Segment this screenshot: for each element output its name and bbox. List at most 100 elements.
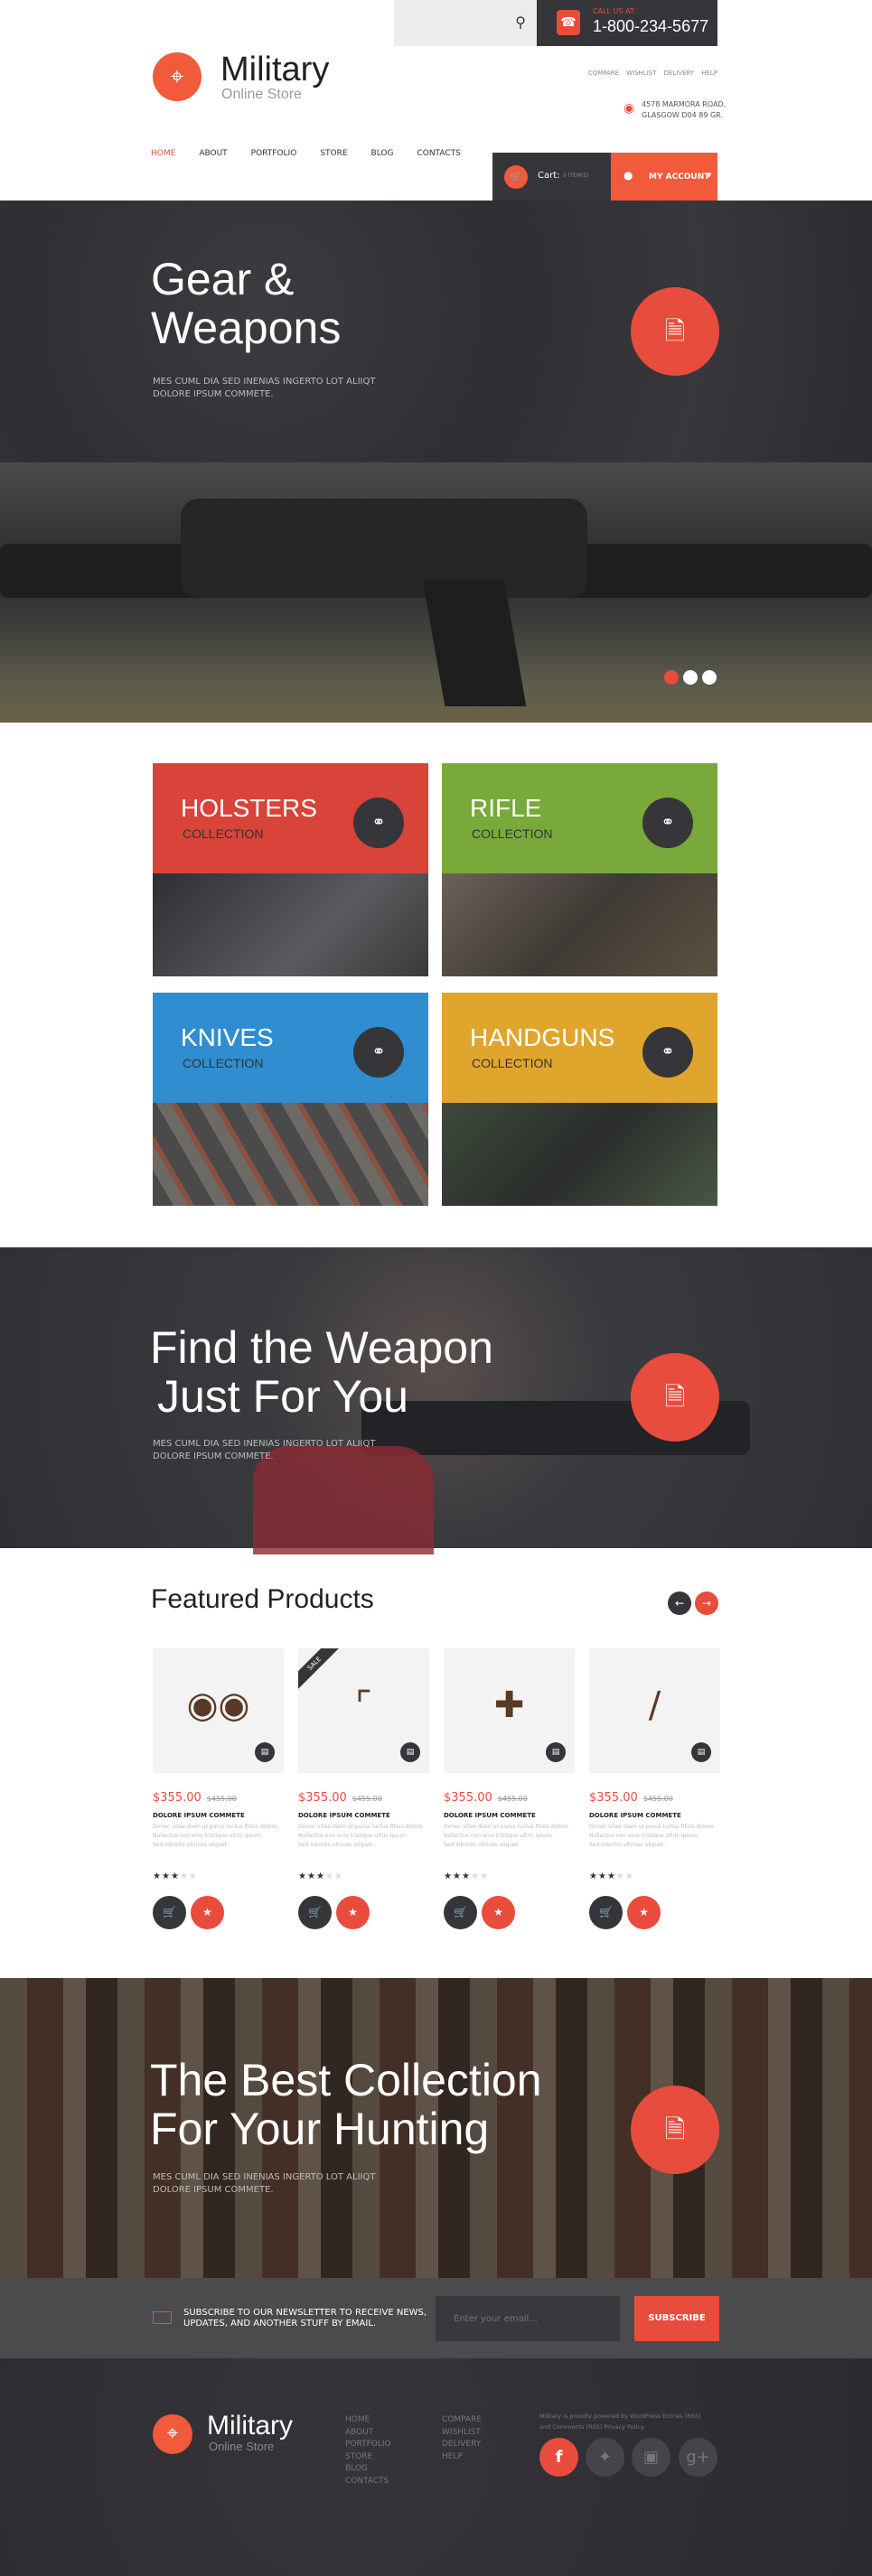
- footer-link[interactable]: WISHLIST: [442, 2427, 482, 2440]
- add-to-wishlist-button[interactable]: ★: [191, 1896, 224, 1929]
- slider-dot-3[interactable]: [702, 670, 717, 685]
- star-icon: ★: [298, 1871, 307, 1881]
- nav-contacts[interactable]: CONTACTS: [417, 149, 460, 158]
- gun-banner-image: [0, 462, 872, 723]
- footer-link[interactable]: STORE: [345, 2451, 391, 2464]
- slider-dot-1[interactable]: [664, 670, 679, 685]
- facebook-icon[interactable]: f: [539, 2438, 578, 2477]
- nav-portfolio[interactable]: PORTFOLIO: [251, 149, 297, 158]
- collection-knives[interactable]: KNIVES COLLECTION ⚭: [153, 993, 428, 1206]
- product-price: $355.00 $455.00: [153, 1791, 237, 1805]
- next-arrow-icon[interactable]: →: [695, 1591, 718, 1615]
- account-label: MY ACCOUNT: [649, 173, 710, 182]
- footer-logo-icon[interactable]: ⌖: [153, 2414, 192, 2454]
- hero-document-button[interactable]: 🗎: [631, 287, 719, 376]
- email-input[interactable]: [436, 2296, 620, 2341]
- link-delivery[interactable]: DELIVERY: [664, 70, 695, 77]
- footer-link[interactable]: ABOUT: [345, 2427, 391, 2440]
- product-name[interactable]: DOLORE IPSUM COMMETE: [298, 1812, 429, 1819]
- footer-link[interactable]: HELP: [442, 2451, 482, 2464]
- user-icon: ●: [624, 169, 633, 182]
- star-icon: ★: [324, 1871, 334, 1881]
- crossbow-icon: ✚: [493, 1685, 525, 1726]
- compare-icon[interactable]: ▤: [400, 1742, 420, 1762]
- product-rating: ★★★★★: [298, 1871, 429, 1881]
- product-image[interactable]: ✚ ▤: [444, 1648, 575, 1773]
- old-price: $455.00: [642, 1795, 673, 1803]
- subscribe-button[interactable]: SUBSCRIBE: [634, 2296, 719, 2341]
- footer-link[interactable]: DELIVERY: [442, 2439, 482, 2451]
- collection-handguns[interactable]: HANDGUNS COLLECTION ⚭: [442, 993, 717, 1206]
- footer-link[interactable]: CONTACTS: [345, 2476, 391, 2488]
- product-name[interactable]: DOLORE IPSUM COMMETE: [153, 1812, 284, 1819]
- add-to-cart-button[interactable]: 🛒: [444, 1896, 477, 1929]
- old-price: $455.00: [206, 1795, 237, 1803]
- search-box[interactable]: ⚲: [394, 0, 537, 46]
- nav-home[interactable]: HOME: [151, 149, 175, 158]
- compare-icon[interactable]: ▤: [255, 1742, 275, 1762]
- old-price: $455.00: [497, 1795, 528, 1803]
- featured-title: Featured Products: [151, 1584, 374, 1614]
- cart-label: Cart:: [538, 171, 560, 181]
- link-icon[interactable]: ⚭: [353, 798, 404, 848]
- nav-store[interactable]: STORE: [320, 149, 347, 158]
- product-rating: ★★★★★: [153, 1871, 284, 1881]
- hero-title: Gear & Weapons: [151, 254, 342, 353]
- product-image[interactable]: ∕ ▤: [589, 1648, 720, 1773]
- compare-icon[interactable]: ▤: [691, 1742, 711, 1762]
- twitter-icon[interactable]: ✦: [586, 2438, 624, 2477]
- main-nav: HOME ABOUT PORTFOLIO STORE BLOG CONTACTS: [151, 149, 461, 158]
- scoped-pistol-icon: ⌜: [355, 1685, 372, 1726]
- footer-link[interactable]: BLOG: [345, 2463, 391, 2476]
- star-icon: ★: [470, 1871, 480, 1881]
- compare-icon[interactable]: ▤: [546, 1742, 566, 1762]
- footer-link[interactable]: HOME: [345, 2414, 391, 2427]
- add-to-cart-button[interactable]: 🛒: [589, 1896, 623, 1929]
- link-help[interactable]: HELP: [701, 70, 717, 77]
- product-image[interactable]: SALE ⌜ ▤: [298, 1648, 429, 1773]
- star-icon: ★: [461, 1871, 471, 1881]
- add-to-wishlist-button[interactable]: ★: [482, 1896, 515, 1929]
- logo-icon[interactable]: ⌖: [153, 52, 202, 101]
- collection-holsters[interactable]: HOLSTERS COLLECTION ⚭: [153, 763, 428, 976]
- add-to-wishlist-button[interactable]: ★: [336, 1896, 370, 1929]
- link-icon[interactable]: ⚭: [353, 1027, 404, 1078]
- nav-blog[interactable]: BLOG: [371, 149, 394, 158]
- binoculars-icon: ◉◉: [186, 1685, 250, 1726]
- promo-document-button[interactable]: 🗎: [631, 2086, 719, 2174]
- envelope-icon: [153, 2311, 172, 2324]
- product-rating: ★★★★★: [444, 1871, 575, 1881]
- nav-about[interactable]: ABOUT: [199, 149, 227, 158]
- footer-nav-col1: HOME ABOUT PORTFOLIO STORE BLOG CONTACTS: [345, 2414, 391, 2487]
- google-plus-icon[interactable]: g+: [679, 2438, 717, 2477]
- add-to-wishlist-button[interactable]: ★: [627, 1896, 661, 1929]
- instagram-icon[interactable]: ▣: [632, 2438, 670, 2477]
- link-wishlist[interactable]: WISHLIST: [626, 70, 656, 77]
- my-account-button[interactable]: ● MY ACCOUNT ▼: [611, 153, 717, 201]
- slider-dot-2[interactable]: [683, 670, 698, 685]
- product-name[interactable]: DOLORE IPSUM COMMETE: [444, 1812, 575, 1819]
- promo-find-weapon: Find the Weapon Just For You MES CUML DIA…: [0, 1247, 872, 1554]
- link-icon[interactable]: ⚭: [642, 1027, 693, 1078]
- brand-name[interactable]: Military: [220, 51, 329, 89]
- collection-title: HOLSTERS: [181, 794, 317, 822]
- footer-link[interactable]: COMPARE: [442, 2414, 482, 2427]
- link-compare[interactable]: COMPARE: [588, 70, 619, 77]
- product-card: ◉◉ ▤ $355.00 $455.00 DOLORE IPSUM COMMETE Don…: [153, 1648, 284, 1929]
- link-icon[interactable]: ⚭: [642, 798, 693, 848]
- search-icon[interactable]: ⚲: [515, 14, 526, 31]
- prev-arrow-icon[interactable]: ←: [668, 1591, 691, 1615]
- add-to-cart-button[interactable]: 🛒: [298, 1896, 332, 1929]
- document-icon: 🗎: [664, 2114, 686, 2144]
- add-to-cart-button[interactable]: 🛒: [153, 1896, 186, 1929]
- product-name[interactable]: DOLORE IPSUM COMMETE: [589, 1812, 720, 1819]
- cart-button[interactable]: 🛒 Cart: 0 ITEM(S): [492, 153, 611, 201]
- promo-document-button[interactable]: 🗎: [631, 1353, 719, 1442]
- product-rating: ★★★★★: [589, 1871, 720, 1881]
- star-icon: ★: [179, 1871, 189, 1881]
- product-description: Donec vitae diam ut purus luctus filisis…: [298, 1824, 425, 1848]
- footer-link[interactable]: PORTFOLIO: [345, 2439, 391, 2451]
- collection-rifle[interactable]: RIFLE COLLECTION ⚭: [442, 763, 717, 976]
- product-description: Donec vitae diam ut purus luctus filisis…: [444, 1824, 570, 1848]
- product-image[interactable]: ◉◉ ▤: [153, 1648, 284, 1773]
